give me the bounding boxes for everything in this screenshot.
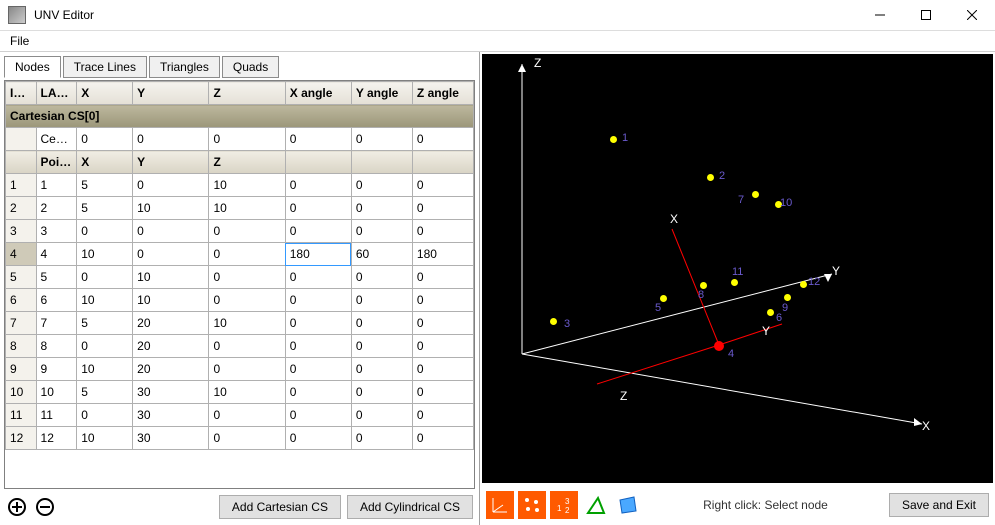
maximize-button[interactable] [903,0,949,30]
local-axis-label-z: Z [620,389,627,403]
table-row[interactable]: 115010000 [6,174,474,197]
col-z-angle[interactable]: Z angle [412,82,473,105]
points-header-row: PointsXYZ [6,151,474,174]
local-axis-label-x: X [670,212,678,226]
right-panel: Z X Y X Y Z 1 2 7 10 3 4 5 8 11 6 9 12 [480,52,995,525]
app-icon [8,6,26,24]
table-row[interactable]: 33000000 [6,220,474,243]
col-x-angle[interactable]: X angle [285,82,351,105]
cs-header-row[interactable]: Cartesian CS[0] [6,105,474,128]
tabstrip: Nodes Trace Lines Triangles Quads [4,56,475,78]
add-cylindrical-cs-button[interactable]: Add Cylindrical CS [347,495,473,519]
table-row[interactable]: 101053010000 [6,381,474,404]
tab-quads[interactable]: Quads [222,56,279,78]
node-point[interactable] [800,281,807,288]
close-button[interactable] [949,0,995,30]
col-index[interactable]: IN… [6,82,37,105]
viewer-hint: Right click: Select node [646,498,885,512]
table-row[interactable]: 9910200000 [6,358,474,381]
svg-text:1: 1 [557,504,562,513]
add-row-button[interactable] [6,496,28,518]
node-point[interactable] [731,279,738,286]
column-header-row: IN… LA… X Y Z X angle Y angle Z angle [6,82,474,105]
col-y[interactable]: Y [133,82,209,105]
svg-text:3: 3 [565,497,570,506]
minimize-button[interactable] [857,0,903,30]
svg-text:2: 2 [565,506,570,515]
menu-file[interactable]: File [4,32,35,50]
viewer-3d[interactable]: Z X Y X Y Z 1 2 7 10 3 4 5 8 11 6 9 12 [482,54,993,483]
center-row[interactable]: Center …000000 [6,128,474,151]
add-cartesian-cs-button[interactable]: Add Cartesian CS [219,495,341,519]
table-row[interactable]: 2251010000 [6,197,474,220]
table-row[interactable]: 11110300000 [6,404,474,427]
col-z[interactable]: Z [209,82,285,105]
cell-editor-input[interactable] [290,247,347,261]
col-label[interactable]: LA… [36,82,77,105]
save-and-exit-button[interactable]: Save and Exit [889,493,989,517]
window-titlebar: UNV Editor [0,0,995,31]
tab-trace-lines[interactable]: Trace Lines [63,56,147,78]
main-split: Nodes Trace Lines Triangles Quads IN… LA… [0,52,995,525]
table-row[interactable]: 44100060180 [6,243,474,266]
node-point[interactable] [707,174,714,181]
node-point[interactable] [660,295,667,302]
node-point[interactable] [767,309,774,316]
tool-numbered-icon[interactable]: 132 [550,491,578,519]
tool-points-icon[interactable] [518,491,546,519]
remove-row-button[interactable] [34,496,56,518]
tool-triangle-icon[interactable] [582,491,610,519]
axis-label-x: X [922,419,930,433]
col-y-angle[interactable]: Y angle [351,82,412,105]
table-row[interactable]: 550100000 [6,266,474,289]
node-point[interactable] [700,282,707,289]
node-point[interactable] [610,136,617,143]
nodes-grid[interactable]: IN… LA… X Y Z X angle Y angle Z angle Ca… [4,80,475,489]
node-point[interactable] [752,191,759,198]
table-row[interactable]: 6610100000 [6,289,474,312]
table-row[interactable]: 7752010000 [6,312,474,335]
tab-triangles[interactable]: Triangles [149,56,220,78]
axis-label-z: Z [534,56,541,70]
window-title: UNV Editor [34,8,857,22]
tool-axes-icon[interactable] [486,491,514,519]
node-point[interactable] [784,294,791,301]
right-button-row: 132 Right click: Select node Save and Ex… [480,485,995,525]
axis-label-y: Y [832,264,840,278]
tab-nodes[interactable]: Nodes [4,56,61,78]
local-axis-label-y: Y [762,324,770,338]
left-button-row: Add Cartesian CS Add Cylindrical CS [4,489,475,525]
col-x[interactable]: X [77,82,133,105]
tool-quad-icon[interactable] [614,491,642,519]
node-point[interactable] [550,318,557,325]
table-row[interactable]: 121210300000 [6,427,474,450]
table-row[interactable]: 880200000 [6,335,474,358]
left-panel: Nodes Trace Lines Triangles Quads IN… LA… [0,52,480,525]
menubar: File [0,31,995,52]
node-point-selected[interactable] [714,341,724,351]
